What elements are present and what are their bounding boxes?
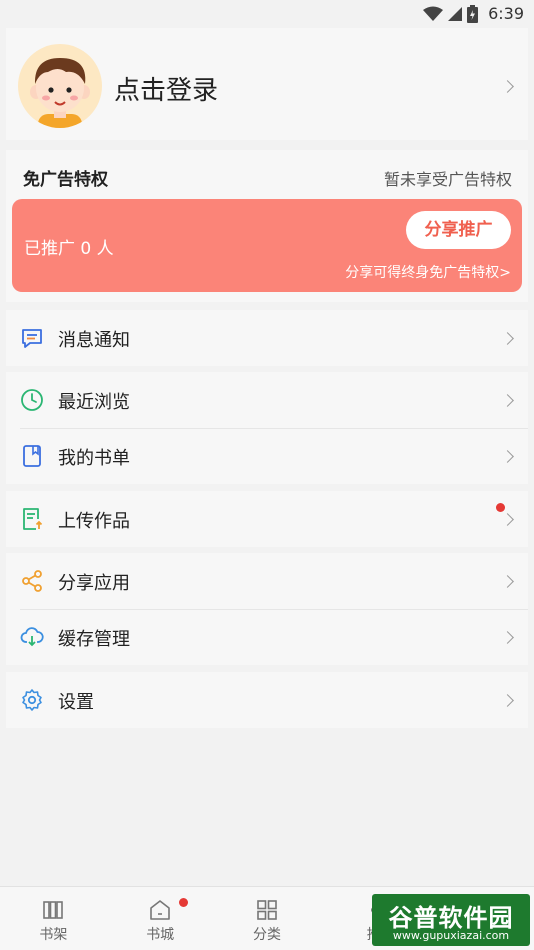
menu-label-upload: 上传作品 [58, 511, 130, 532]
profile-login-row[interactable]: 点击登录 [6, 28, 528, 140]
menu-group-upload: 上传作品 [6, 491, 528, 547]
nav-item-bookshelf[interactable]: 书架 [0, 887, 107, 950]
nav-label-bookstore: 书城 [146, 927, 175, 943]
menu-group-tools: 分享应用 缓存管理 [6, 553, 528, 665]
menu-group-reading: 最近浏览 我的书单 [6, 372, 528, 484]
avatar[interactable] [18, 44, 102, 128]
menu-label-history: 最近浏览 [58, 392, 130, 413]
menu-group-settings: 设置 [6, 672, 528, 728]
status-icons: 6:39 [423, 4, 524, 23]
cell-signal-icon [448, 6, 463, 21]
watermark-url: www.gupuxiazai.com [392, 929, 510, 942]
status-bar: 6:39 [0, 0, 534, 28]
promo-hint-link[interactable]: 分享可得终身免广告特权> [345, 262, 511, 282]
share-icon [22, 570, 42, 592]
cartoon-boy-avatar [30, 58, 90, 128]
menu-label-share-app: 分享应用 [58, 573, 130, 594]
menu-item-cache[interactable]: 缓存管理 [6, 609, 528, 665]
share-promote-button[interactable]: 分享推广 [406, 211, 511, 249]
chevron-right-icon [501, 513, 514, 526]
ad-privilege-title: 免广告特权 [23, 170, 108, 190]
chevron-right-icon [501, 450, 514, 463]
nav-label-category: 分类 [252, 927, 281, 943]
menu-item-notifications[interactable]: 消息通知 [6, 310, 528, 366]
menu-group-notifications: 消息通知 [6, 310, 528, 366]
watermark-text: 谷普软件园 [388, 904, 514, 932]
message-icon [22, 329, 42, 348]
menu-item-history[interactable]: 最近浏览 [6, 372, 528, 428]
menu-label-settings: 设置 [58, 692, 94, 713]
promo-banner: 已推广 0 人 分享推广 分享可得终身免广告特权> [12, 199, 522, 292]
home-icon [150, 900, 170, 920]
chevron-right-icon [501, 394, 514, 407]
clock-icon [21, 389, 43, 411]
bookmark-icon [23, 445, 41, 467]
menu-item-booklist[interactable]: 我的书单 [6, 428, 528, 484]
chevron-right-icon [501, 631, 514, 644]
menu-item-upload[interactable]: 上传作品 [6, 491, 528, 547]
promoted-count: 已推广 0 人 [24, 239, 114, 259]
new-badge-dot [178, 898, 188, 907]
nav-label-bookshelf: 书架 [39, 927, 68, 943]
login-label[interactable]: 点击登录 [114, 70, 218, 107]
menu-item-share-app[interactable]: 分享应用 [6, 553, 528, 609]
gear-icon [22, 689, 42, 711]
chevron-right-icon [501, 332, 514, 345]
nav-item-category[interactable]: 分类 [214, 887, 321, 950]
menu-item-settings[interactable]: 设置 [6, 672, 528, 728]
cloud-download-icon [20, 627, 44, 647]
bookshelf-icon [43, 901, 64, 919]
watermark-logo: 谷普软件园 www.gupuxiazai.com [372, 894, 530, 946]
ad-privilege-status: 暂未享受广告特权 [383, 170, 512, 189]
wifi-icon [423, 6, 444, 21]
menu-label-notifications: 消息通知 [58, 330, 130, 351]
battery-charging-icon [467, 4, 479, 23]
status-time: 6:39 [488, 4, 524, 23]
grid-icon [257, 900, 277, 920]
upload-document-icon [23, 508, 43, 530]
menu-label-cache: 缓存管理 [58, 629, 130, 650]
new-badge-dot [496, 503, 505, 512]
chevron-right-icon [501, 694, 514, 707]
nav-item-bookstore[interactable]: 书城 [107, 887, 214, 950]
menu-label-booklist: 我的书单 [58, 448, 130, 469]
chevron-right-icon [501, 575, 514, 588]
ad-privilege-card: 免广告特权 暂未享受广告特权 已推广 0 人 分享推广 分享可得终身免广告特权> [6, 150, 528, 302]
chevron-right-icon [501, 80, 514, 93]
